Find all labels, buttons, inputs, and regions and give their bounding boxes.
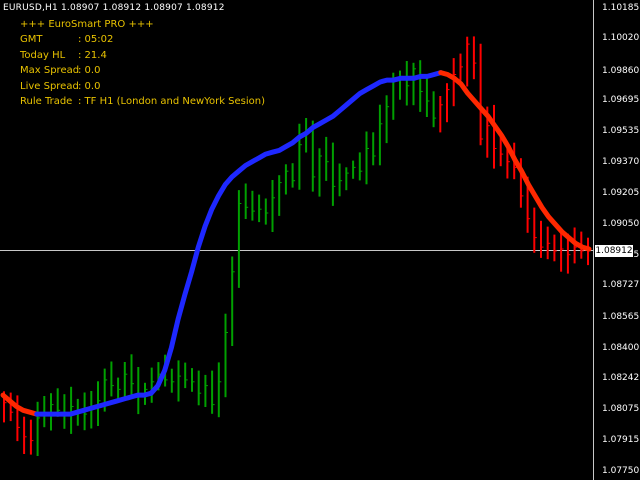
info-value: : 0.0 xyxy=(78,80,101,92)
chart-window[interactable]: EURUSD,H1 1.08907 1.08912 1.08907 1.0891… xyxy=(0,0,640,480)
panel-title: +++ EuroSmart PRO +++ xyxy=(20,19,154,30)
info-label: GMT xyxy=(20,34,43,46)
info-value: : TF H1 (London and NewYork Sesion) xyxy=(78,95,266,107)
current-price-tag: 1.08912 xyxy=(595,245,633,257)
price-tick-label: 1.10020 xyxy=(602,33,640,43)
price-tick-label: 1.09205 xyxy=(602,188,640,198)
info-row: Live Spread: 0.0 xyxy=(20,79,265,94)
info-value: : 0.0 xyxy=(78,65,101,77)
info-value: : 21.4 xyxy=(78,49,107,61)
price-tick-label: 1.09370 xyxy=(602,157,640,167)
info-label: Today HL xyxy=(20,49,66,61)
info-row: Max Spread: 0.0 xyxy=(20,63,265,78)
ma-down-segment xyxy=(0,392,40,417)
price-tick-label: 1.08727 xyxy=(602,280,640,290)
info-label: Rule Trade xyxy=(20,95,73,107)
price-tick-label: 1.08242 xyxy=(602,373,640,383)
symbol-header: EURUSD,H1 1.08907 1.08912 1.08907 1.0891… xyxy=(3,3,225,13)
info-label: Max Spread xyxy=(20,65,80,77)
price-tick-label: 1.10185 xyxy=(602,3,640,13)
info-value: : 05:02 xyxy=(78,34,114,46)
price-tick-label: 1.08075 xyxy=(602,404,640,414)
ma-line-group xyxy=(0,70,592,417)
price-tick-label: 1.07915 xyxy=(602,435,640,445)
price-tick-label: 1.09695 xyxy=(602,95,640,105)
price-tick-label: 1.08400 xyxy=(602,343,640,353)
price-axis[interactable]: 1.10185 1.10020 1.09860 1.09695 1.09535 … xyxy=(593,0,640,480)
info-row: GMT : 05:02 xyxy=(20,32,265,47)
info-panel: +++ EuroSmart PRO +++ GMT : 05:02 Today H… xyxy=(20,17,265,109)
price-tick-label: 1.07750 xyxy=(602,466,640,476)
info-row: Today HL : 21.4 xyxy=(20,48,265,63)
price-tick-label: 1.08565 xyxy=(602,312,640,322)
price-tick-label: 1.09535 xyxy=(602,126,640,136)
ma-down-segment xyxy=(438,70,592,252)
price-tick-label: 1.09050 xyxy=(602,219,640,229)
info-label: Live Spread xyxy=(20,80,79,92)
price-tick-label: 1.09860 xyxy=(602,66,640,76)
info-row: Rule Trade : TF H1 (London and NewYork Se… xyxy=(20,94,265,109)
